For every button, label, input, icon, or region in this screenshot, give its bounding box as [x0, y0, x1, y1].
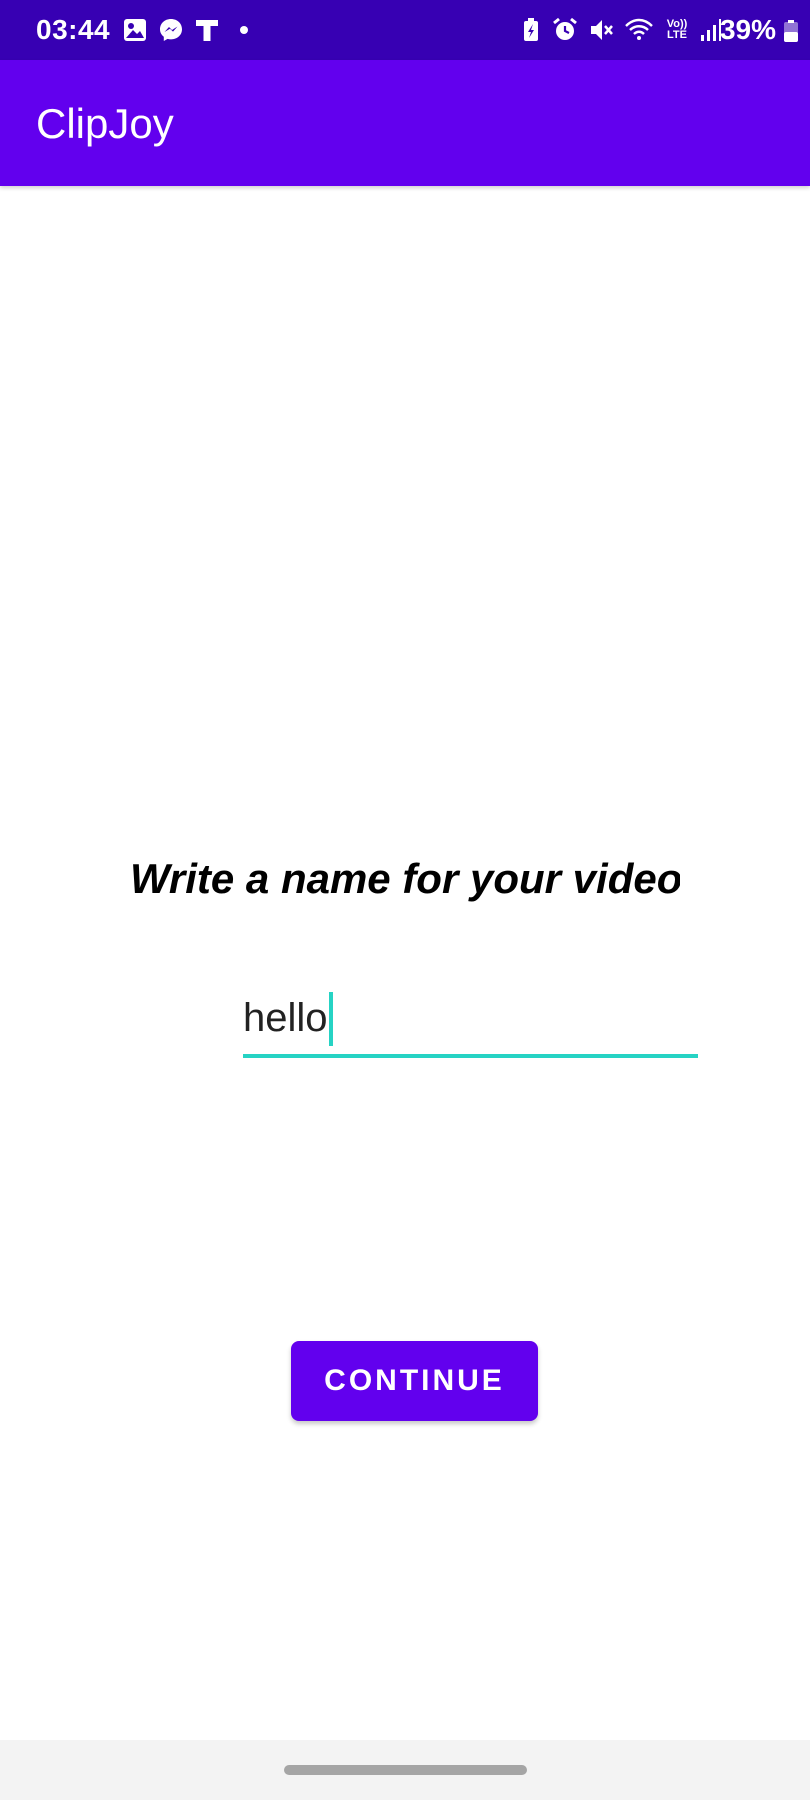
- mute-icon: [588, 17, 614, 43]
- messenger-icon: [158, 17, 184, 43]
- app-title: ClipJoy: [36, 100, 174, 147]
- battery-icon: [784, 20, 798, 42]
- home-gesture-handle[interactable]: [284, 1765, 527, 1775]
- battery-percent: 39%: [719, 14, 776, 45]
- video-name-field[interactable]: hello: [243, 988, 698, 1058]
- battery-saver-icon: [520, 17, 542, 43]
- volte-bottom-text: LTE: [667, 29, 687, 41]
- alarm-icon: [552, 17, 578, 43]
- status-right-icons: Vo)) LTE: [520, 14, 722, 46]
- dot-icon: [240, 26, 248, 34]
- status-time: 03:44: [36, 14, 111, 45]
- status-bar: 03:44 Vo)) LTE 39%: [0, 0, 810, 60]
- video-name-prompt: Write a name for your video: [130, 855, 680, 902]
- continue-button[interactable]: CONTINUE: [291, 1341, 538, 1421]
- image-icon: [122, 17, 148, 43]
- navigation-bar: [0, 1740, 810, 1800]
- signal-icon: [700, 18, 722, 42]
- volte-icon: Vo)) LTE: [664, 19, 690, 41]
- text-cursor: [329, 992, 333, 1046]
- wifi-icon: [624, 17, 654, 43]
- video-name-input-text[interactable]: hello: [243, 988, 328, 1048]
- status-left-icons: [122, 14, 248, 46]
- t-icon: [194, 17, 220, 43]
- app-bar: ClipJoy: [0, 60, 810, 186]
